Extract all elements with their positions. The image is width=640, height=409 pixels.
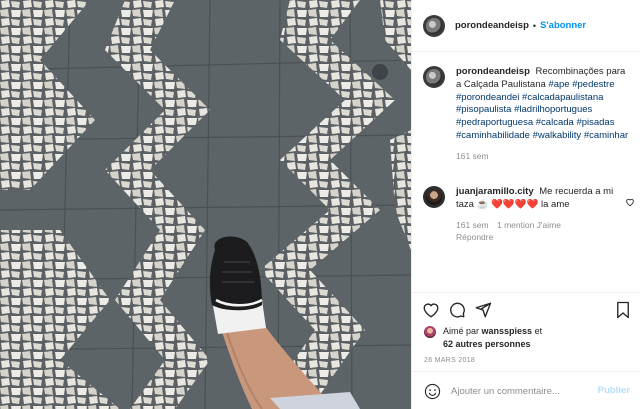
post-header: porondeandeisp • S'abonner — [412, 0, 640, 52]
follow-button[interactable]: S'abonner — [540, 20, 586, 31]
sidewalk-photo — [0, 0, 411, 409]
add-comment-bar: Publier — [412, 371, 640, 409]
liker-username[interactable]: wansspiess — [482, 326, 533, 336]
likes-text: Aimé par wansspiess et 62 autres personn… — [443, 325, 542, 350]
author-username[interactable]: porondeandeisp — [455, 20, 529, 31]
hashtag-link[interactable]: #pisopaulista — [456, 104, 511, 115]
likes-summary: Aimé par wansspiess et 62 autres personn… — [424, 325, 542, 350]
caption-avatar[interactable] — [423, 66, 445, 88]
share-icon[interactable] — [474, 301, 492, 319]
hashtag-link[interactable]: #calcada — [536, 117, 574, 128]
comment-text-block: juanjaramillo.city Me recuerda a mi taza… — [456, 186, 626, 212]
comment-likes[interactable]: 1 mention J'aime — [497, 220, 561, 230]
comment-time[interactable]: 161 sem — [456, 220, 489, 230]
liker-avatar[interactable] — [424, 326, 436, 338]
caption-meta: 161 sem — [456, 150, 633, 162]
hashtag-link[interactable]: #porondeandei — [456, 92, 519, 103]
action-icons-bar — [422, 301, 632, 321]
likes-joiner: et — [534, 326, 543, 336]
commenter-avatar[interactable] — [423, 186, 445, 208]
reply-button[interactable]: Répondre — [456, 231, 620, 243]
likes-others[interactable]: 62 autres personnes — [443, 339, 531, 349]
caption-time[interactable]: 161 sem — [456, 151, 489, 161]
publish-button[interactable]: Publier — [598, 385, 630, 396]
post-side-panel: porondeandeisp • S'abonner porondeandeis… — [411, 0, 640, 409]
emoji-icon[interactable] — [424, 383, 441, 400]
commenter-username[interactable]: juanjaramillo.city — [456, 186, 534, 197]
instagram-post: porondeandeisp • S'abonner porondeandeis… — [0, 0, 640, 409]
author-avatar[interactable] — [423, 14, 445, 37]
bookmark-icon[interactable] — [614, 301, 632, 319]
hashtag-link[interactable]: #ape — [548, 79, 569, 90]
hashtag-link[interactable]: #ladrilhoportugues — [514, 104, 592, 115]
hashtag-link[interactable]: #walkability — [533, 130, 582, 141]
caption-username[interactable]: porondeandeisp — [456, 66, 530, 77]
comment-like-heart-icon[interactable] — [625, 194, 635, 207]
comment-meta: 161 sem 1 mention J'aime Répondre — [456, 219, 626, 243]
comments-section: porondeandeisp Recombinações para a Calç… — [412, 52, 640, 292]
comment-icon[interactable] — [448, 301, 466, 319]
heart-icon[interactable] — [422, 301, 440, 319]
post-date[interactable]: 26 MARS 2018 — [424, 357, 475, 364]
comment-input[interactable] — [451, 385, 591, 397]
post-actions: Aimé par wansspiess et 62 autres personn… — [412, 292, 640, 409]
hashtag-link[interactable]: #pisadas — [576, 117, 614, 128]
hashtag-link[interactable]: #caminhar — [584, 130, 628, 141]
comment-item: juanjaramillo.city Me recuerda a mi taza… — [423, 186, 635, 243]
header-separator: • — [532, 20, 537, 31]
hashtag-link[interactable]: #caminhabilidade — [456, 130, 530, 141]
hashtag-link[interactable]: #calcadapaulistana — [522, 92, 603, 103]
post-photo[interactable] — [0, 0, 411, 409]
hashtag-link[interactable]: #pedestre — [572, 79, 614, 90]
caption: porondeandeisp Recombinações para a Calç… — [423, 66, 633, 162]
likes-prefix: Aimé par — [443, 326, 480, 336]
hashtag-link[interactable]: #pedraportuguesa — [456, 117, 533, 128]
caption-text-block: porondeandeisp Recombinações para a Calç… — [456, 66, 633, 143]
